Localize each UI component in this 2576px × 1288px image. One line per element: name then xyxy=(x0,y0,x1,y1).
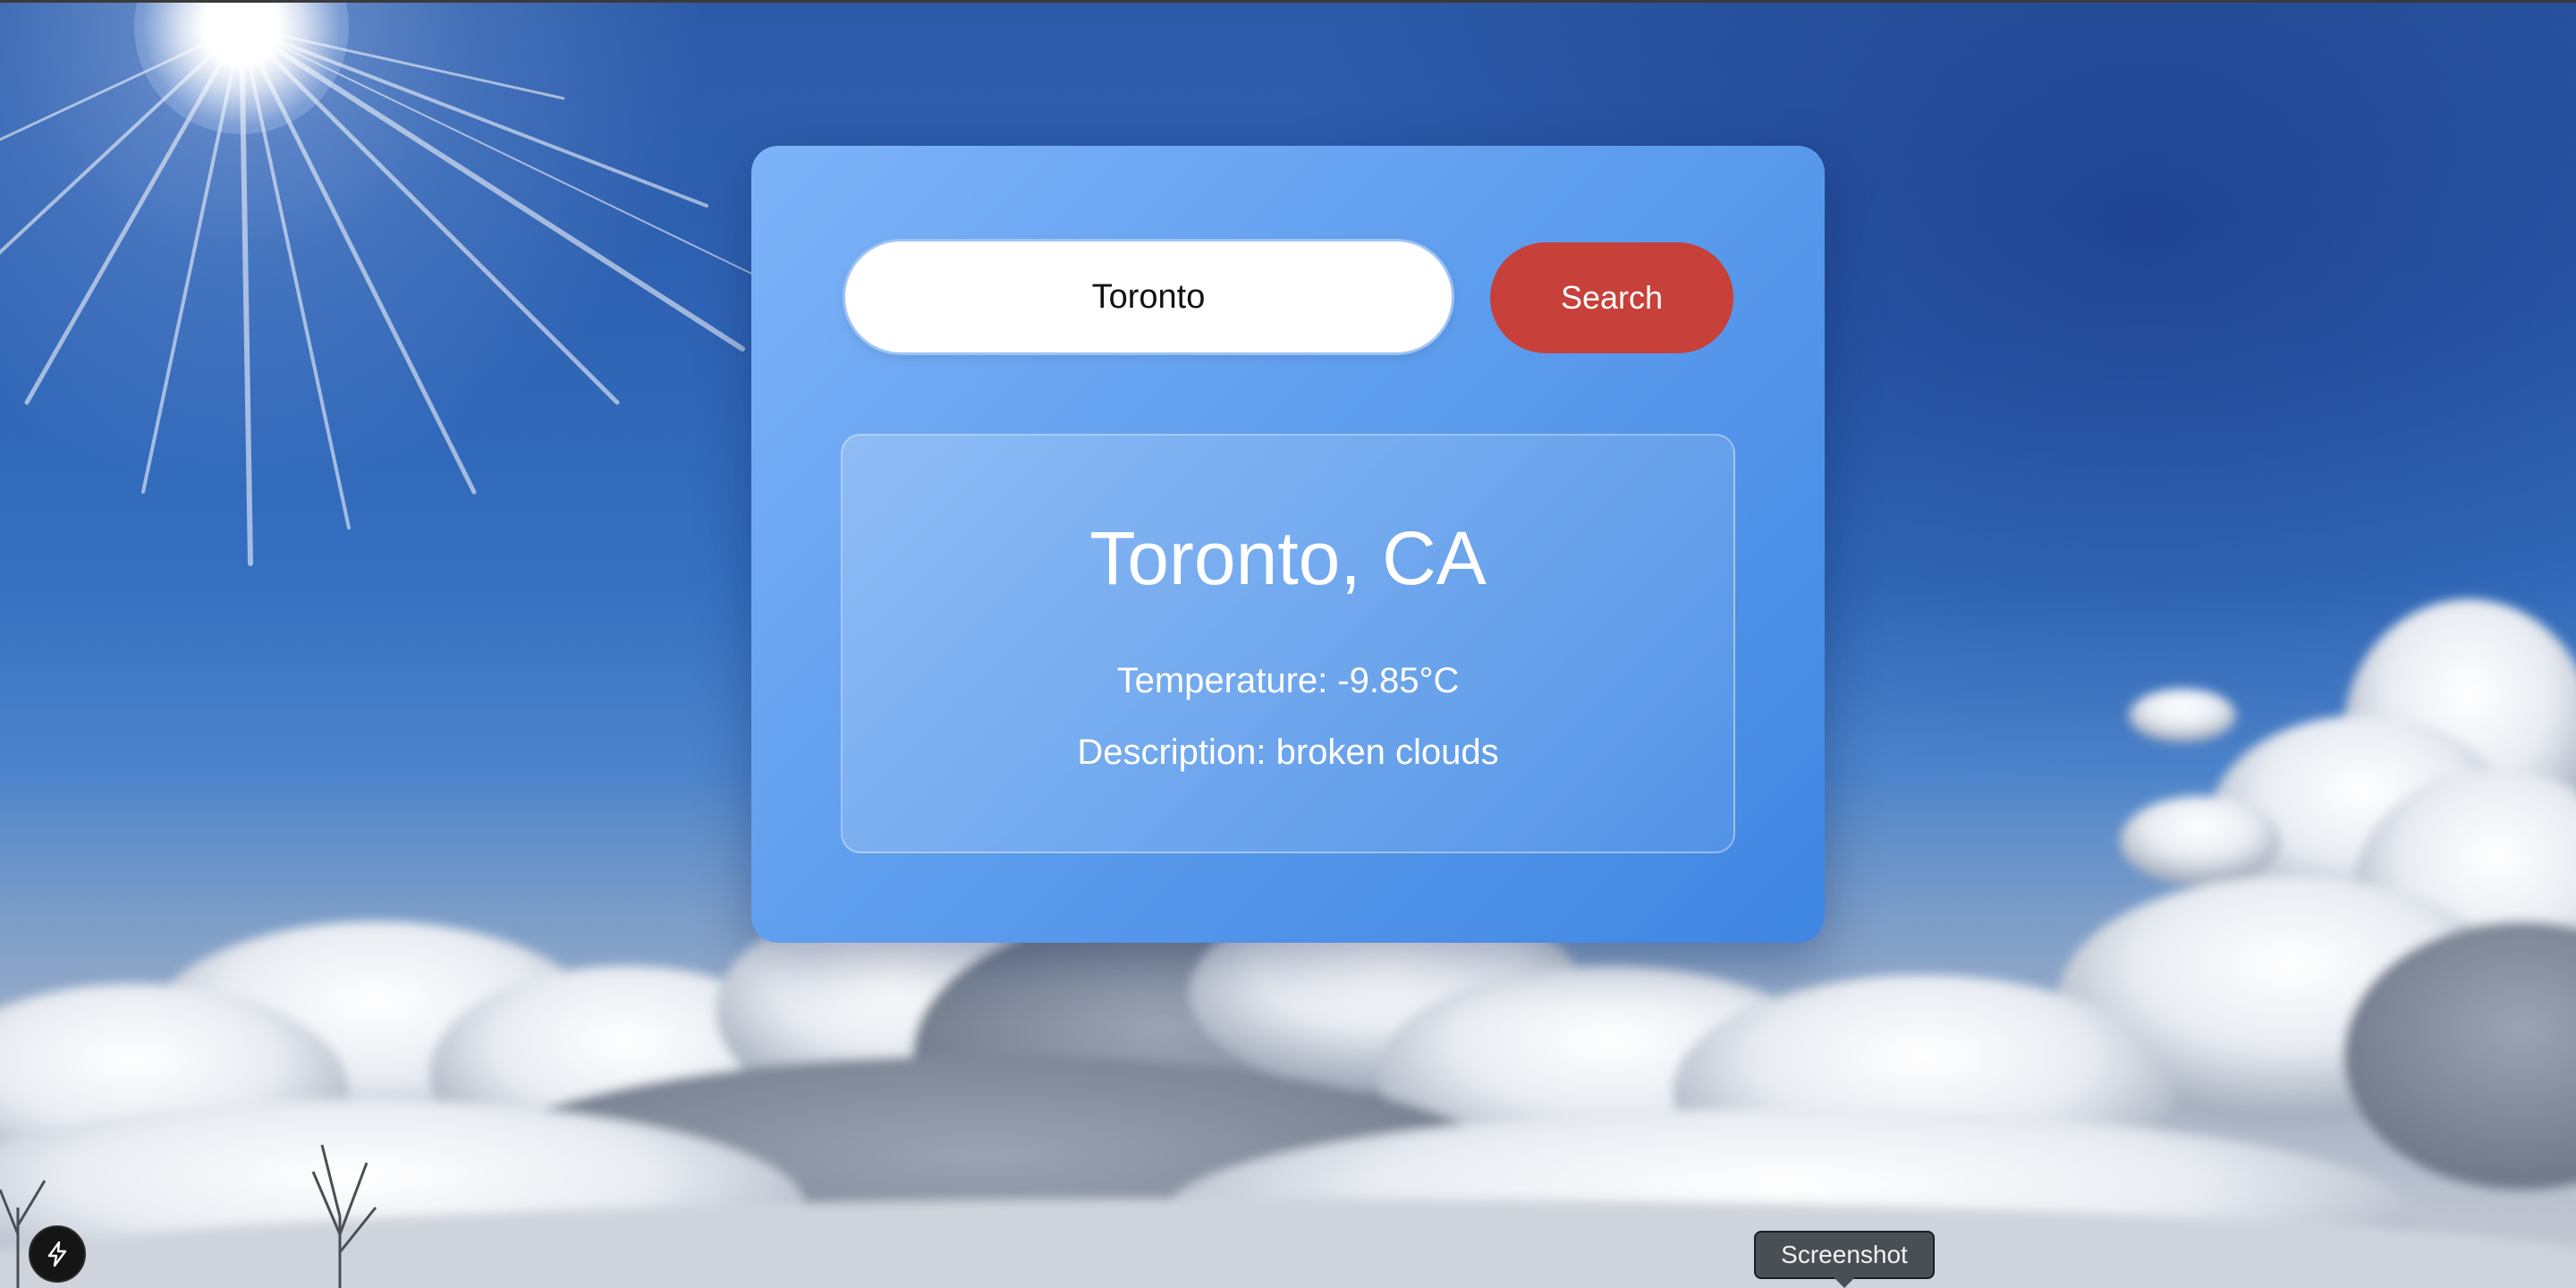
weather-card: Search Toronto, CA Temperature: -9.85°C … xyxy=(751,146,1825,943)
window-top-edge xyxy=(0,0,2576,3)
description-text: Description: broken clouds xyxy=(1077,733,1499,772)
tooltip-arrow xyxy=(1834,1277,1855,1288)
dev-tools-button[interactable] xyxy=(29,1225,86,1283)
search-button[interactable]: Search xyxy=(1490,242,1733,353)
temperature-text: Temperature: -9.85°C xyxy=(1116,661,1460,700)
screenshot-tooltip: Screenshot xyxy=(1754,1231,1935,1279)
lightning-bolt-icon xyxy=(47,1241,67,1267)
weather-result-panel: Toronto, CA Temperature: -9.85°C Descrip… xyxy=(841,434,1735,853)
location-title: Toronto, CA xyxy=(1089,516,1487,600)
city-search-input[interactable] xyxy=(843,239,1454,355)
background-sky-image: Search Toronto, CA Temperature: -9.85°C … xyxy=(0,0,2576,1288)
